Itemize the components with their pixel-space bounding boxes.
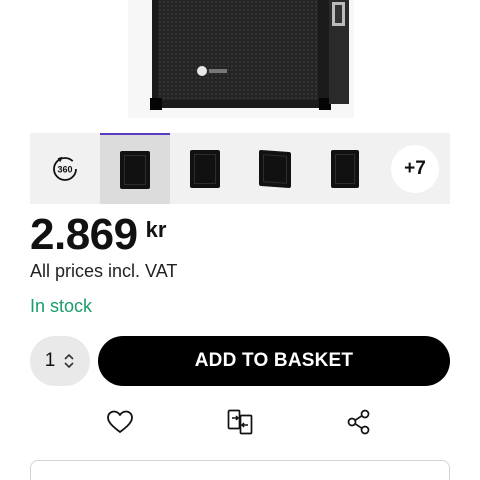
- rotate-360-label: 360: [57, 164, 72, 174]
- chevron-up-down-icon: [64, 353, 74, 369]
- speaker-corner: [150, 98, 162, 110]
- wishlist-button[interactable]: [105, 407, 135, 437]
- brand-logo-icon: [197, 66, 207, 76]
- price-currency: kr: [145, 217, 167, 242]
- speaker-grille: [158, 0, 318, 100]
- thumbnail-360[interactable]: 360: [30, 133, 100, 204]
- vat-note: All prices incl. VAT: [30, 261, 178, 281]
- price: 2.869 kr: [30, 210, 166, 260]
- thumbnail-image-2[interactable]: [170, 133, 240, 204]
- share-button[interactable]: [344, 407, 374, 437]
- compare-button[interactable]: [225, 407, 255, 437]
- share-icon: [347, 409, 370, 435]
- quantity-value: 1: [44, 350, 56, 371]
- thumbnail-image-4[interactable]: [310, 133, 380, 204]
- quantity-selector[interactable]: 1: [30, 336, 90, 386]
- stock-status: In stock: [30, 296, 93, 316]
- thumbnail-speaker: [259, 149, 291, 188]
- heart-icon: [107, 410, 133, 433]
- brand-logo-text: [209, 69, 227, 73]
- speaker-side: [329, 0, 349, 104]
- add-to-basket-button[interactable]: ADD TO BASKET: [98, 336, 450, 386]
- compare-icon: [227, 409, 253, 435]
- product-actions: [0, 407, 480, 437]
- speaker-front: [150, 0, 331, 110]
- more-images-badge[interactable]: +7: [391, 144, 439, 193]
- thumbnail-image-1[interactable]: [100, 133, 170, 204]
- thumbnail-speaker: [331, 149, 359, 188]
- rotate-360-icon: 360: [53, 156, 77, 181]
- thumbnail-speaker: [190, 149, 220, 188]
- product-image[interactable]: [0, 0, 480, 118]
- price-amount: 2.869: [30, 210, 138, 259]
- thumbnail-speaker: [120, 150, 150, 189]
- info-card[interactable]: [30, 460, 450, 480]
- speaker-handle: [332, 2, 345, 26]
- thumbnail-strip: 360 +7: [30, 133, 450, 204]
- thumbnail-more[interactable]: +7: [380, 133, 450, 204]
- thumbnail-image-3[interactable]: [240, 133, 310, 204]
